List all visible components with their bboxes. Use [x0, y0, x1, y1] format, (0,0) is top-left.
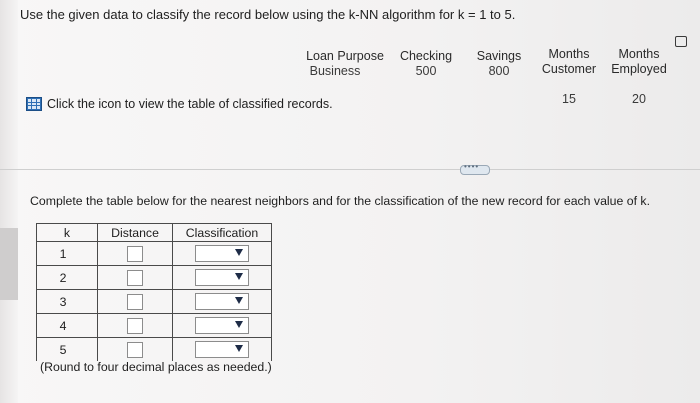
classification-dropdown[interactable] — [195, 341, 249, 358]
answer-table: k Distance Classification 1 2 3 4 5 — [36, 223, 272, 361]
loan-purpose-value: Business — [309, 64, 361, 78]
left-margin — [0, 0, 18, 403]
col-months-customer: Months Customer 15 — [537, 32, 601, 122]
table-row: 5 — [36, 337, 272, 361]
classification-dropdown[interactable] — [195, 293, 249, 310]
classification-dropdown[interactable] — [195, 317, 249, 334]
checking-value: 500 — [415, 64, 437, 78]
classification-dropdown[interactable] — [195, 269, 249, 286]
months-employed-value: 20 — [632, 92, 646, 106]
instructions-text: Complete the table below for the nearest… — [30, 194, 650, 208]
new-record: Loan Purpose Business Checking 500 Savin… — [280, 30, 700, 106]
table-row: 1 — [36, 241, 272, 266]
table-row: 3 — [36, 289, 272, 314]
col-savings: Savings 800 — [473, 49, 525, 79]
distance-input[interactable] — [127, 317, 143, 334]
classification-dropdown[interactable] — [195, 245, 249, 262]
months-customer-value: 15 — [562, 92, 576, 106]
header-k: k — [36, 223, 98, 242]
months-employed-header: Months Employed — [611, 47, 667, 76]
question-text: Use the given data to classify the recor… — [20, 7, 516, 22]
k-value: 3 — [59, 294, 67, 309]
table-header-row: k Distance Classification — [36, 223, 272, 242]
distance-input[interactable] — [127, 341, 143, 358]
distance-input[interactable] — [127, 293, 143, 310]
chevron-down-icon — [235, 273, 243, 280]
col-checking: Checking 500 — [398, 49, 454, 79]
chevron-down-icon — [235, 249, 243, 256]
k-value: 4 — [59, 318, 67, 333]
months-customer-header: Months Customer — [541, 47, 597, 76]
copy-icon[interactable] — [675, 36, 687, 47]
view-table-text: Click the icon to view the table of clas… — [47, 97, 333, 111]
savings-value: 800 — [488, 64, 510, 78]
k-value: 5 — [59, 342, 67, 357]
header-classification: Classification — [172, 223, 272, 242]
view-table-link[interactable]: Click the icon to view the table of clas… — [26, 97, 333, 111]
chevron-down-icon — [235, 321, 243, 328]
k-value: 1 — [59, 246, 67, 261]
checking-header: Checking — [399, 49, 453, 63]
rounding-note: (Round to four decimal places as needed.… — [40, 360, 272, 374]
k-value: 2 — [59, 270, 67, 285]
grid-table-icon[interactable] — [26, 97, 42, 111]
col-months-employed: Months Employed 20 — [607, 32, 671, 122]
savings-header: Savings — [476, 49, 522, 63]
chevron-down-icon — [235, 297, 243, 304]
expand-handle[interactable] — [460, 162, 490, 175]
loan-purpose-header: Loan Purpose — [306, 49, 384, 63]
section-divider — [0, 169, 700, 170]
question-page: Use the given data to classify the recor… — [0, 0, 700, 403]
distance-input[interactable] — [127, 245, 143, 262]
chevron-down-icon — [235, 345, 243, 352]
table-row: 4 — [36, 313, 272, 338]
distance-input[interactable] — [127, 269, 143, 286]
header-distance: Distance — [97, 223, 173, 242]
table-row: 2 — [36, 265, 272, 290]
